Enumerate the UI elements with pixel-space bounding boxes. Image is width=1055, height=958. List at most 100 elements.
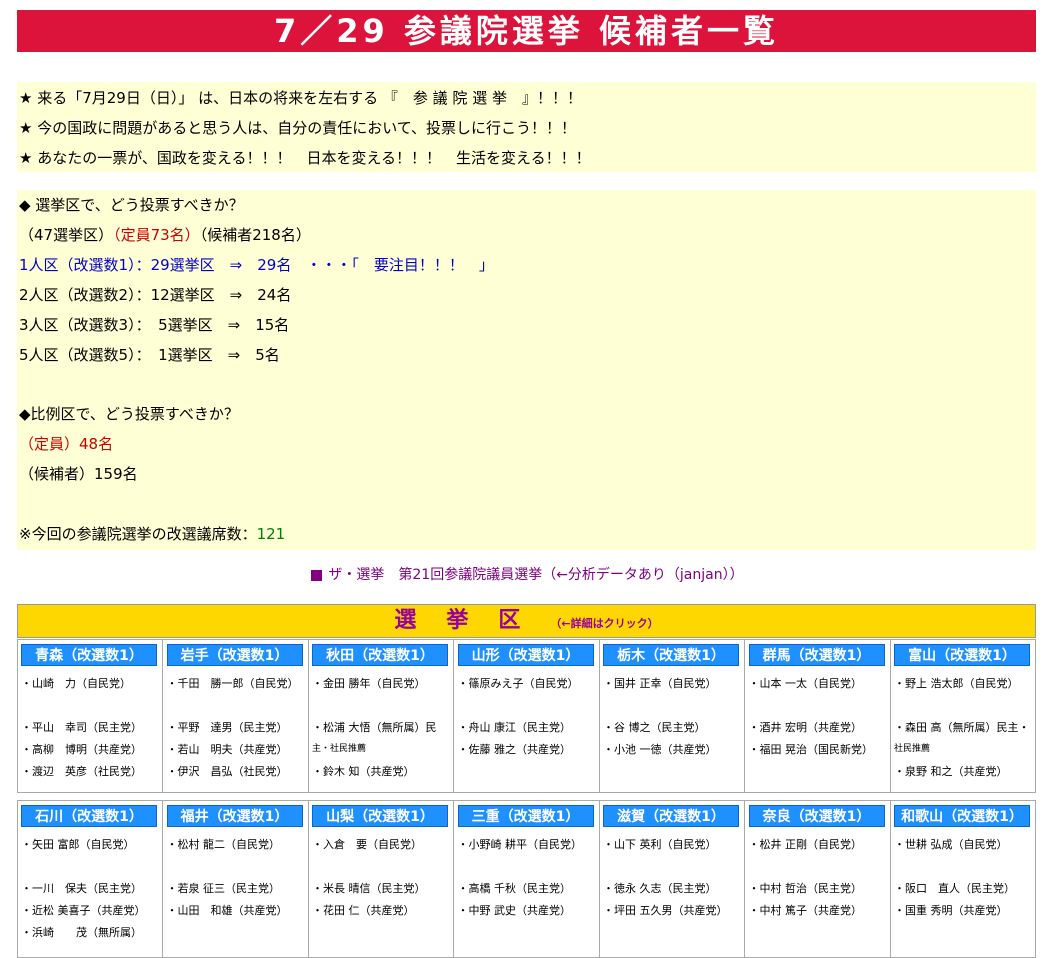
senkyoku-summary: （47選挙区）（定員73名）（候補者218名） xyxy=(19,226,311,244)
summary-candidates: （候補者218名） xyxy=(199,226,311,244)
district-cell: 石川（改選数1） ・矢田 富郎（自民党） ・一川 保夫（民主党） ・近松 美喜子（共産… xyxy=(18,801,163,957)
candidate-item: ・中村 哲治（民主党） xyxy=(748,882,863,895)
candidate-item: 主・社民推薦 xyxy=(312,744,367,754)
district-header-link[interactable]: 岩手（改選数1） xyxy=(166,644,303,666)
district-header-link[interactable]: 山形（改選数1） xyxy=(457,644,594,666)
candidate-item: ・酒井 宏明（共産党） xyxy=(748,721,863,734)
district-cell: 福井（改選数1） ・松村 龍二（自民党） ・若泉 征三（民主党） ・山田 和雄（共産党… xyxy=(164,801,309,957)
candidate-item: ・佐藤 雅之（共産党） xyxy=(457,743,572,756)
candidate-item: ・中野 武史（共産党） xyxy=(457,904,572,917)
line-2nin: 2人区（改選数2）：12選挙区 ⇒ 24名 xyxy=(19,286,292,304)
candidate-item: ・花田 仁（共産党） xyxy=(312,904,415,917)
kaisen-value: 121 xyxy=(256,525,286,543)
summary-districts: （47選挙区） xyxy=(19,226,114,244)
candidate-item: ・一川 保夫（民主党） xyxy=(21,882,142,895)
candidate-item: ・泉野 和之（共産党） xyxy=(894,765,1008,778)
candidate-item: ・山下 英利（自民党） xyxy=(603,838,717,851)
candidate-item: ・金田 勝年（自民党） xyxy=(312,677,426,690)
district-cell: 奈良（改選数1） ・松井 正剛（自民党） ・中村 哲治（民主党） ・中村 篤子（共産党… xyxy=(746,801,891,957)
candidate-item: ・平野 達男（民主党） xyxy=(166,721,288,734)
hirei-teiin: （定員）48名 xyxy=(19,435,114,453)
info-box: ◆ 選挙区で、どう投票すべきか？ （47選挙区）（定員73名）（候補者218名）… xyxy=(17,190,1036,550)
hirei-kohosha: （候補者）159名 xyxy=(19,465,138,483)
district-grid-row1: 青森（改選数1） ・山崎 力（自民党） ・平山 幸司（民主党） ・高柳 博明（共産党）… xyxy=(17,639,1036,793)
candidate-item: ・山田 和雄（共産党） xyxy=(166,904,288,917)
candidate-item: ・小野崎 耕平（自民党） xyxy=(457,838,583,851)
candidate-item: ・山本 一太（自民党） xyxy=(748,677,863,690)
candidate-item: ・渡辺 英彦（社民党） xyxy=(21,765,142,778)
senkyoku-heading: ◆ 選挙区で、どう投票すべきか？ xyxy=(19,196,244,214)
candidate-item: ・世耕 弘成（自民党） xyxy=(894,838,1008,851)
janjan-link-text[interactable]: ザ・選挙 第21回参議院議員選挙（←分析データあり（janjan）） xyxy=(328,567,743,583)
intro-line-2: ★ 今の国政に問題があると思う人は、自分の責任において、投票しに行こう！！！ xyxy=(19,119,577,137)
intro-line-3: ★ あなたの一票が、国政を変える！！！ 日本を変える！！！ 生活を変える！！！ xyxy=(19,149,591,167)
district-header-link[interactable]: 奈良（改選数1） xyxy=(748,805,885,827)
district-cell: 岩手（改選数1） ・千田 勝一郎（自民党） ・平野 達男（民主党） ・若山 明夫（共産… xyxy=(164,640,309,792)
district-header-link[interactable]: 石川（改選数1） xyxy=(21,805,157,827)
candidate-item: ・松村 龍二（自民党） xyxy=(166,838,281,851)
district-header-link[interactable]: 群馬（改選数1） xyxy=(748,644,885,666)
district-cell: 山梨（改選数1） ・入倉 要（自民党） ・米長 晴信（民主党） ・花田 仁（共産党） xyxy=(309,801,454,957)
kaisen-line: ※今回の参議院選挙の改選議席数：121 xyxy=(19,525,285,543)
district-header-link[interactable]: 山梨（改選数1） xyxy=(312,805,448,827)
district-cell: 富山（改選数1） ・野上 浩太郎（自民党） ・森田 高（無所属）民主・ 社民推薦・泉野… xyxy=(891,640,1036,792)
district-header-link[interactable]: 和歌山（改選数1） xyxy=(894,805,1030,827)
janjan-link[interactable]: ザ・選挙 第21回参議院議員選挙（←分析データあり（janjan）） xyxy=(0,565,1055,585)
kaisen-label: ※今回の参議院選挙の改選議席数： xyxy=(19,525,257,543)
page-title: 7／29 参議院選挙 候補者一覧 xyxy=(17,10,1036,52)
candidate-item: ・近松 美喜子（共産党） xyxy=(21,904,146,917)
district-header-link[interactable]: 富山（改選数1） xyxy=(894,644,1030,666)
candidate-item: ・小池 一徳（共産党） xyxy=(603,743,717,756)
square-bullet-icon xyxy=(311,569,323,581)
district-cell: 群馬（改選数1） ・山本 一太（自民党） ・酒井 宏明（共産党） ・福田 晃治（国民新… xyxy=(746,640,891,792)
candidate-item: ・国井 正幸（自民党） xyxy=(603,677,717,690)
candidate-item: ・千田 勝一郎（自民党） xyxy=(166,677,299,690)
senkyoku-section-header: 選挙区（←詳細はクリック） xyxy=(17,604,1036,638)
district-header-link[interactable]: 秋田（改選数1） xyxy=(312,644,448,666)
candidate-item: ・若山 明夫（共産党） xyxy=(166,743,288,756)
candidate-item: ・米長 晴信（民主党） xyxy=(312,882,426,895)
candidate-item: ・松浦 大悟（無所属）民 xyxy=(312,721,437,734)
candidate-item: ・谷 博之（民主党） xyxy=(603,721,706,734)
candidate-item: ・鈴木 知（共産党） xyxy=(312,765,415,778)
district-cell: 三重（改選数1） ・小野崎 耕平（自民党） ・高橋 千秋（民主党） ・中野 武史（共産… xyxy=(455,801,600,957)
candidate-item: ・森田 高（無所属）民主・ xyxy=(894,721,1030,734)
candidate-item: ・松井 正剛（自民党） xyxy=(748,838,863,851)
district-cell: 和歌山（改選数1） ・世耕 弘成（自民党） ・阪口 直人（民主党） ・国重 秀明（共産… xyxy=(891,801,1036,957)
candidate-item: ・中村 篤子（共産党） xyxy=(748,904,863,917)
hirei-heading: ◆比例区で、どう投票すべきか？ xyxy=(19,405,239,423)
candidate-item: ・篠原みえ子（自民党） xyxy=(457,677,579,690)
candidate-item: ・坪田 五久男（共産党） xyxy=(603,904,728,917)
candidate-item: ・高橋 千秋（民主党） xyxy=(457,882,572,895)
candidate-item: ・若泉 征三（民主党） xyxy=(166,882,281,895)
district-cell: 山形（改選数1） ・篠原みえ子（自民党） ・舟山 康江（民主党） ・佐藤 雅之（共産党… xyxy=(455,640,600,792)
district-cell: 青森（改選数1） ・山崎 力（自民党） ・平山 幸司（民主党） ・高柳 博明（共産党）… xyxy=(18,640,163,792)
line-5nin: 5人区（改選数5）： 1選挙区 ⇒ 5名 xyxy=(19,346,280,364)
candidate-item: ・高柳 博明（共産党） xyxy=(21,743,142,756)
line-1nin: 1人区（改選数1）：29選挙区 ⇒ 29名 ・・・「 要注目！！！ 」 xyxy=(19,256,494,274)
candidate-item: ・平山 幸司（民主党） xyxy=(21,721,142,734)
district-cell: 秋田（改選数1） ・金田 勝年（自民党） ・松浦 大悟（無所属）民 主・社民推薦・鈴木… xyxy=(309,640,454,792)
district-grid-row2: 石川（改選数1） ・矢田 富郎（自民党） ・一川 保夫（民主党） ・近松 美喜子（共産… xyxy=(17,800,1036,958)
intro-line-1: ★ 来る「7月29日（日）」 は、日本の将来を左右する 『 参 議 院 選 挙 … xyxy=(19,89,582,107)
candidate-item: ・浜崎 茂（無所属） xyxy=(21,926,142,939)
candidate-item: ・舟山 康江（民主党） xyxy=(457,721,572,734)
candidate-item: ・阪口 直人（民主党） xyxy=(894,882,1015,895)
district-header-link[interactable]: 三重（改選数1） xyxy=(457,805,594,827)
section-title: 選挙区 xyxy=(394,608,551,633)
summary-teiin: （定員73名） xyxy=(113,226,200,244)
district-header-link[interactable]: 青森（改選数1） xyxy=(21,644,157,666)
candidate-item: ・野上 浩太郎（自民党） xyxy=(894,677,1019,690)
district-header-link[interactable]: 滋賀（改選数1） xyxy=(603,805,739,827)
district-header-link[interactable]: 栃木（改選数1） xyxy=(603,644,739,666)
district-header-link[interactable]: 福井（改選数1） xyxy=(166,805,303,827)
candidate-item: 社民推薦 xyxy=(894,744,931,754)
district-cell: 栃木（改選数1） ・国井 正幸（自民党） ・谷 博之（民主党） ・小池 一徳（共産党） xyxy=(600,640,745,792)
line-3nin: 3人区（改選数3）： 5選挙区 ⇒ 15名 xyxy=(19,316,290,334)
candidate-item: ・入倉 要（自民党） xyxy=(312,838,422,851)
candidate-item: ・矢田 富郎（自民党） xyxy=(21,838,135,851)
candidate-item: ・国重 秀明（共産党） xyxy=(894,904,1008,917)
candidate-item: ・山崎 力（自民党） xyxy=(21,677,131,690)
section-note: （←詳細はクリック） xyxy=(550,617,659,630)
intro-box: ★ 来る「7月29日（日）」 は、日本の将来を左右する 『 参 議 院 選 挙 … xyxy=(17,82,1036,172)
